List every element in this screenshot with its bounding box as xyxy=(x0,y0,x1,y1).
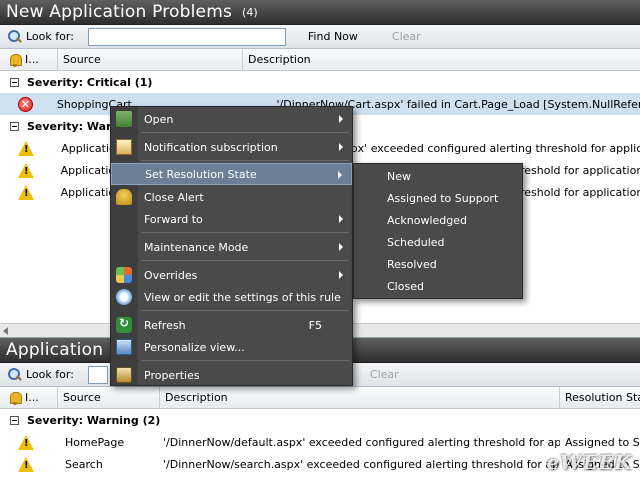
column-icon[interactable]: I... xyxy=(0,386,58,409)
menu-item-forward-to[interactable]: Forward to xyxy=(111,208,352,230)
refresh-shortcut: F5 xyxy=(308,318,322,332)
menu-item-overrides[interactable]: Overrides xyxy=(111,264,352,286)
open-icon xyxy=(116,111,132,127)
warning-icon: ! xyxy=(18,140,34,156)
warning-icon: ! xyxy=(18,456,34,472)
error-icon: ✕ xyxy=(18,96,33,112)
submenu-item-scheduled[interactable]: Scheduled xyxy=(354,231,522,253)
resolution-state-submenu: New Assigned to Support Acknowledged Sch… xyxy=(353,163,523,299)
column-description[interactable]: Description xyxy=(160,386,560,409)
look-for-input[interactable] xyxy=(87,27,286,46)
collapse-icon[interactable] xyxy=(10,121,19,131)
submenu-item-resolved[interactable]: Resolved xyxy=(354,253,522,275)
look-for-input[interactable] xyxy=(87,365,108,384)
submenu-arrow-icon xyxy=(339,215,343,223)
panel-title: New Application Problems xyxy=(6,2,233,22)
search-icon xyxy=(8,367,22,382)
menu-item-maintenance-mode[interactable]: Maintenance Mode xyxy=(111,236,352,258)
look-for-label: Look for: xyxy=(26,368,74,381)
overrides-icon xyxy=(116,267,132,283)
notification-icon xyxy=(116,139,132,155)
submenu-item-closed[interactable]: Closed xyxy=(354,275,522,297)
collapse-icon[interactable] xyxy=(10,415,19,425)
submenu-arrow-icon xyxy=(339,243,343,251)
panel-titlebar: New Application Problems (4) xyxy=(0,0,640,25)
column-source[interactable]: Source xyxy=(58,386,160,409)
group-critical[interactable]: Severity: Critical (1) xyxy=(0,71,640,93)
column-icon[interactable]: I... xyxy=(0,48,58,71)
menu-item-properties[interactable]: Properties xyxy=(111,364,352,386)
menu-item-personalize-view[interactable]: Personalize view... xyxy=(111,336,352,358)
menu-item-open[interactable]: Open xyxy=(111,108,352,130)
bell-icon xyxy=(116,189,132,205)
panel-title: Application I xyxy=(6,340,115,360)
column-header: I... Source Description Resolution Stat xyxy=(0,386,640,409)
table-row[interactable]: ! HomePage '/DinnerNow/default.aspx' exc… xyxy=(0,431,640,453)
menu-item-set-resolution-state[interactable]: Set Resolution State xyxy=(111,163,352,185)
bell-icon xyxy=(8,391,22,405)
panel-count: (4) xyxy=(242,5,258,19)
submenu-arrow-icon xyxy=(338,171,342,179)
refresh-icon xyxy=(116,316,132,333)
bell-icon xyxy=(8,53,22,67)
column-source[interactable]: Source xyxy=(58,48,243,71)
submenu-arrow-icon xyxy=(339,115,343,123)
column-header: I... Source Description xyxy=(0,48,640,71)
warning-icon: ! xyxy=(18,162,34,178)
column-description[interactable]: Description xyxy=(243,49,640,71)
settings-icon xyxy=(116,289,132,305)
menu-item-notification-subscription[interactable]: Notification subscription xyxy=(111,136,352,158)
properties-icon xyxy=(116,367,132,383)
scroll-left-icon[interactable] xyxy=(3,327,8,335)
look-for-label: Look for: xyxy=(26,30,74,43)
submenu-item-acknowledged[interactable]: Acknowledged xyxy=(354,209,522,231)
warning-icon: ! xyxy=(18,434,34,450)
menu-item-close-alert[interactable]: Close Alert xyxy=(111,186,352,208)
column-resolution-state[interactable]: Resolution Stat xyxy=(560,387,640,409)
submenu-item-new[interactable]: New xyxy=(354,165,522,187)
table-row[interactable]: ! Search '/DinnerNow/search.aspx' exceed… xyxy=(0,453,640,475)
menu-item-refresh[interactable]: Refresh F5 xyxy=(111,314,352,336)
group-warning[interactable]: Severity: Warning (2) xyxy=(0,409,640,431)
menu-item-view-edit-settings[interactable]: View or edit the settings of this rule xyxy=(111,286,352,308)
personalize-icon xyxy=(116,339,132,355)
warning-icon: ! xyxy=(18,184,34,200)
search-toolbar: Look for: Find Now Clear xyxy=(0,25,640,49)
clear-button[interactable]: Clear xyxy=(366,368,403,381)
submenu-arrow-icon xyxy=(339,143,343,151)
collapse-icon[interactable] xyxy=(10,77,19,87)
submenu-item-assigned-to-support[interactable]: Assigned to Support xyxy=(354,187,522,209)
context-menu: Open Notification subscription Set Resol… xyxy=(110,106,353,386)
eweek-watermark: eWEEK xyxy=(546,450,632,474)
submenu-arrow-icon xyxy=(339,271,343,279)
find-now-button[interactable]: Find Now xyxy=(304,30,362,43)
search-icon xyxy=(8,29,22,44)
clear-button[interactable]: Clear xyxy=(388,30,425,43)
